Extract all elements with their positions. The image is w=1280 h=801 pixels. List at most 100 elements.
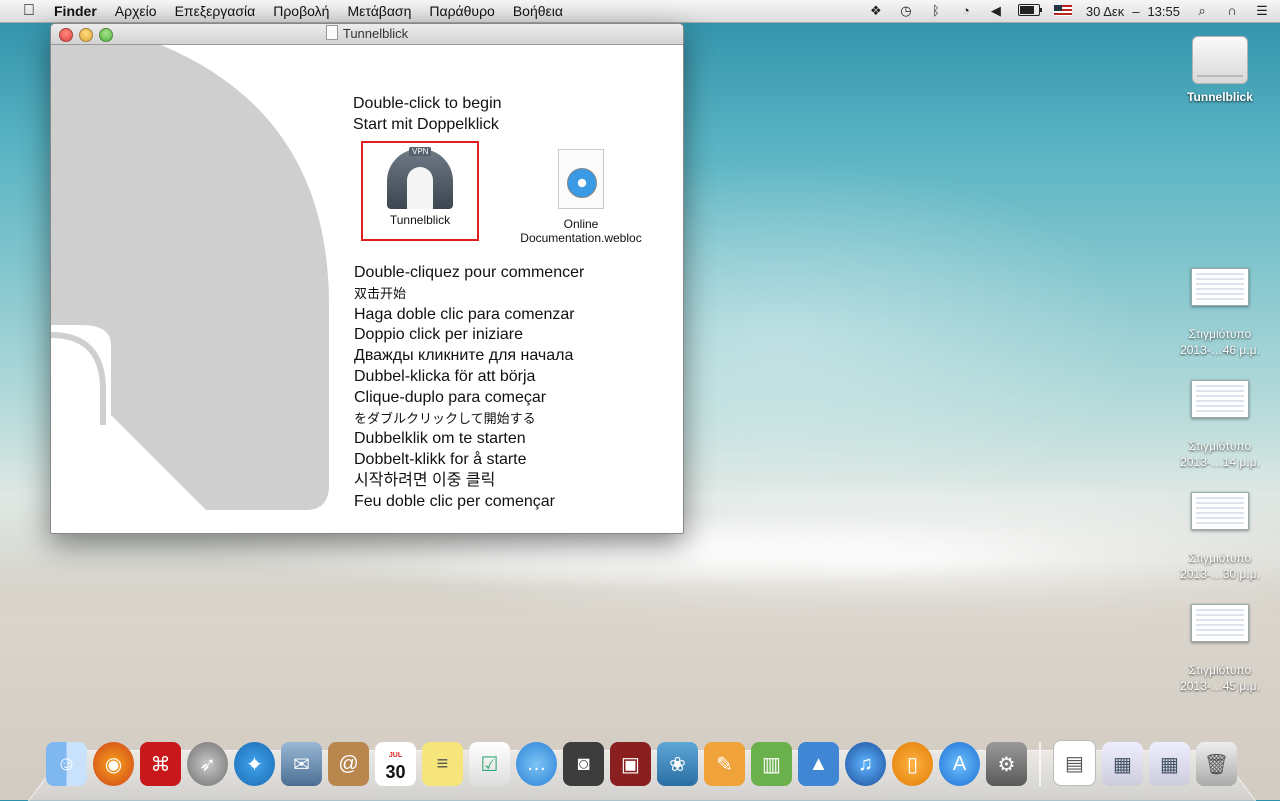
desktop-screenshot-icon[interactable]: Στιγμιότυπο 2013-…14 μ.μ.	[1168, 380, 1272, 470]
screenshot-thumbnail-icon	[1191, 268, 1249, 306]
language-line: 双击开始	[354, 285, 407, 301]
language-line: Dobbelt-klikk for å starte	[354, 451, 527, 469]
zoom-button[interactable]	[99, 28, 113, 42]
status-area: ❖ ◷ ᛒ ◔ ◀ 30 Δεκ – 13:55 ⌕ ∩ ☰	[854, 0, 1280, 22]
system-preferences-icon[interactable]: ⚙	[986, 742, 1027, 786]
file-label: Tunnelblick	[389, 213, 451, 227]
desktop-icon-label: 2013-…46 μ.μ.	[1180, 343, 1260, 357]
menu-edit[interactable]: Επεξεργασία	[175, 3, 256, 19]
numbers-icon[interactable]: ▥	[751, 742, 792, 786]
language-line: Double-cliquez pour commencer	[354, 264, 585, 281]
menu-view[interactable]: Προβολή	[273, 3, 329, 19]
desktop-icon-label: Στιγμιότυπο	[1188, 663, 1252, 677]
menu-help[interactable]: Βοήθεια	[513, 3, 563, 19]
acrobat-icon[interactable]: ⌘	[140, 742, 181, 786]
mail-icon[interactable]: ✉	[281, 742, 322, 786]
language-line: Clique-duplo para começar	[354, 388, 547, 406]
language-line: Dubbel-klicka för att börja	[354, 367, 536, 385]
online-documentation-icon[interactable]: Online Documentation.webloc	[506, 149, 656, 245]
language-instructions: Double-cliquez pour commencer 双击开始 Haga …	[354, 263, 584, 513]
window-titlebar[interactable]: Tunnelblick	[51, 24, 683, 45]
disk-image-icon	[1192, 36, 1248, 84]
keynote-icon[interactable]: ▲	[798, 742, 839, 786]
desktop-icon-label: 2013-…45 μ.μ.	[1180, 679, 1260, 693]
pages-icon[interactable]: ✎	[704, 742, 745, 786]
window-title: Tunnelblick	[342, 26, 409, 41]
wifi-icon[interactable]: ◔	[958, 3, 974, 19]
safari-icon[interactable]: ✦	[234, 742, 275, 786]
desktop-icon-label: Στιγμιότυπο	[1188, 551, 1252, 565]
vpn-badge: VPN	[409, 147, 432, 156]
facetime-icon[interactable]: ◙	[563, 742, 604, 786]
document-stack-icon[interactable]: ▤	[1053, 740, 1096, 786]
app-store-icon[interactable]: A	[939, 742, 980, 786]
contacts-icon[interactable]: @	[328, 742, 369, 786]
screenshot-thumbnail-icon	[1191, 492, 1249, 530]
dock-separator	[1039, 742, 1041, 786]
intro-line: Double-click to begin	[353, 95, 502, 112]
menu-finder[interactable]: Finder	[54, 3, 97, 19]
desktop-screenshot-icon[interactable]: Στιγμιότυπο 2013-…30 μ.μ.	[1168, 492, 1272, 582]
calendar-icon[interactable]: JUL 30	[375, 742, 416, 786]
dropbox-icon[interactable]: ❖	[868, 3, 884, 19]
bluetooth-icon[interactable]: ᛒ	[928, 3, 944, 19]
desktop-screenshot-icon[interactable]: Στιγμιότυπο 2013-…45 μ.μ.	[1168, 604, 1272, 694]
screenshot-thumbnail-icon	[1191, 604, 1249, 642]
menu-bar:  Finder Αρχείο Επεξεργασία Προβολή Μετά…	[0, 0, 1280, 23]
trash-icon[interactable]: 🗑	[1196, 742, 1237, 786]
desktop-drive-icon[interactable]: Tunnelblick	[1175, 36, 1265, 104]
language-line: Feu doble clic per començar	[354, 492, 555, 510]
spotlight-search-icon[interactable]: ⌕	[1194, 3, 1210, 19]
close-button[interactable]	[59, 28, 73, 42]
date-text[interactable]: 30 Δεκ	[1086, 4, 1124, 19]
screenshot-thumbnail-icon	[1191, 380, 1249, 418]
tunnel-icon: VPN	[387, 147, 453, 209]
time-machine-icon[interactable]: ◷	[898, 3, 914, 19]
menu-window[interactable]: Παράθυρο	[429, 3, 494, 19]
window-content: Double-click to begin Start mit Doppelkl…	[51, 45, 683, 533]
tunnelblick-menu-icon[interactable]: ∩	[1224, 3, 1240, 19]
finder-icon[interactable]: ☺	[46, 742, 87, 786]
tunnel-background-graphic	[51, 45, 329, 510]
language-line: 시작하려면 이중 클릭	[354, 471, 496, 489]
battery-icon[interactable]	[1017, 3, 1042, 19]
tunnelblick-window: Tunnelblick Double-click to begin Start …	[50, 23, 684, 534]
downloads-stack-icon[interactable]: ▦	[1149, 742, 1190, 786]
apple-menu-icon[interactable]: 	[19, 2, 39, 20]
messages-icon[interactable]: …	[516, 742, 557, 786]
language-line: Дважды кликните для начала	[354, 347, 574, 365]
desktop-icon-label: Tunnelblick	[1187, 90, 1253, 104]
desktop-icon-label: 2013-…14 μ.μ.	[1180, 455, 1260, 469]
itunes-icon[interactable]: ♫	[845, 742, 886, 786]
screenshot-stack-icon[interactable]: ▦	[1102, 742, 1143, 786]
desktop-icon-label: Στιγμιότυπο	[1188, 327, 1252, 341]
photo-booth-icon[interactable]: ▣	[610, 742, 651, 786]
reminders-icon[interactable]: ☑	[469, 742, 510, 786]
language-line: Doppio click per iniziare	[354, 326, 523, 344]
firefox-icon[interactable]: ◉	[93, 742, 134, 786]
launchpad-icon[interactable]: ➶	[187, 742, 228, 786]
volume-icon[interactable]: ◀	[988, 3, 1004, 19]
language-line: をダブルクリックして開始する	[354, 410, 536, 426]
desktop-icon-label: 2013-…30 μ.μ.	[1180, 567, 1260, 581]
iphoto-icon[interactable]: ❀	[657, 742, 698, 786]
clock-time[interactable]: 13:55	[1147, 4, 1180, 19]
calendar-day: 30	[385, 762, 406, 782]
notes-icon[interactable]: ≡	[422, 742, 463, 786]
language-line: Dubbelklik om te starten	[354, 430, 526, 448]
intro-text: Double-click to begin Start mit Doppelkl…	[353, 93, 502, 135]
time-separator-icon: –	[1132, 3, 1140, 19]
menu-file[interactable]: Αρχείο	[115, 3, 157, 19]
desktop-screenshot-icon[interactable]: Στιγμιότυπο 2013-…46 μ.μ.	[1168, 268, 1272, 358]
intro-line: Start mit Doppelklick	[353, 116, 499, 133]
minimize-button[interactable]	[79, 28, 93, 42]
language-line: Haga doble clic para comenzar	[354, 305, 575, 323]
webloc-icon	[558, 149, 604, 209]
menu-go[interactable]: Μετάβαση	[347, 3, 411, 19]
file-label: Online Documentation.webloc	[520, 217, 642, 245]
ibooks-icon[interactable]: ▯	[892, 742, 933, 786]
flag-icon[interactable]	[1053, 4, 1072, 19]
notification-center-icon[interactable]: ☰	[1254, 3, 1270, 19]
tunnelblick-app-icon[interactable]: VPN Tunnelblick	[361, 141, 479, 241]
safari-compass-icon	[567, 168, 597, 198]
